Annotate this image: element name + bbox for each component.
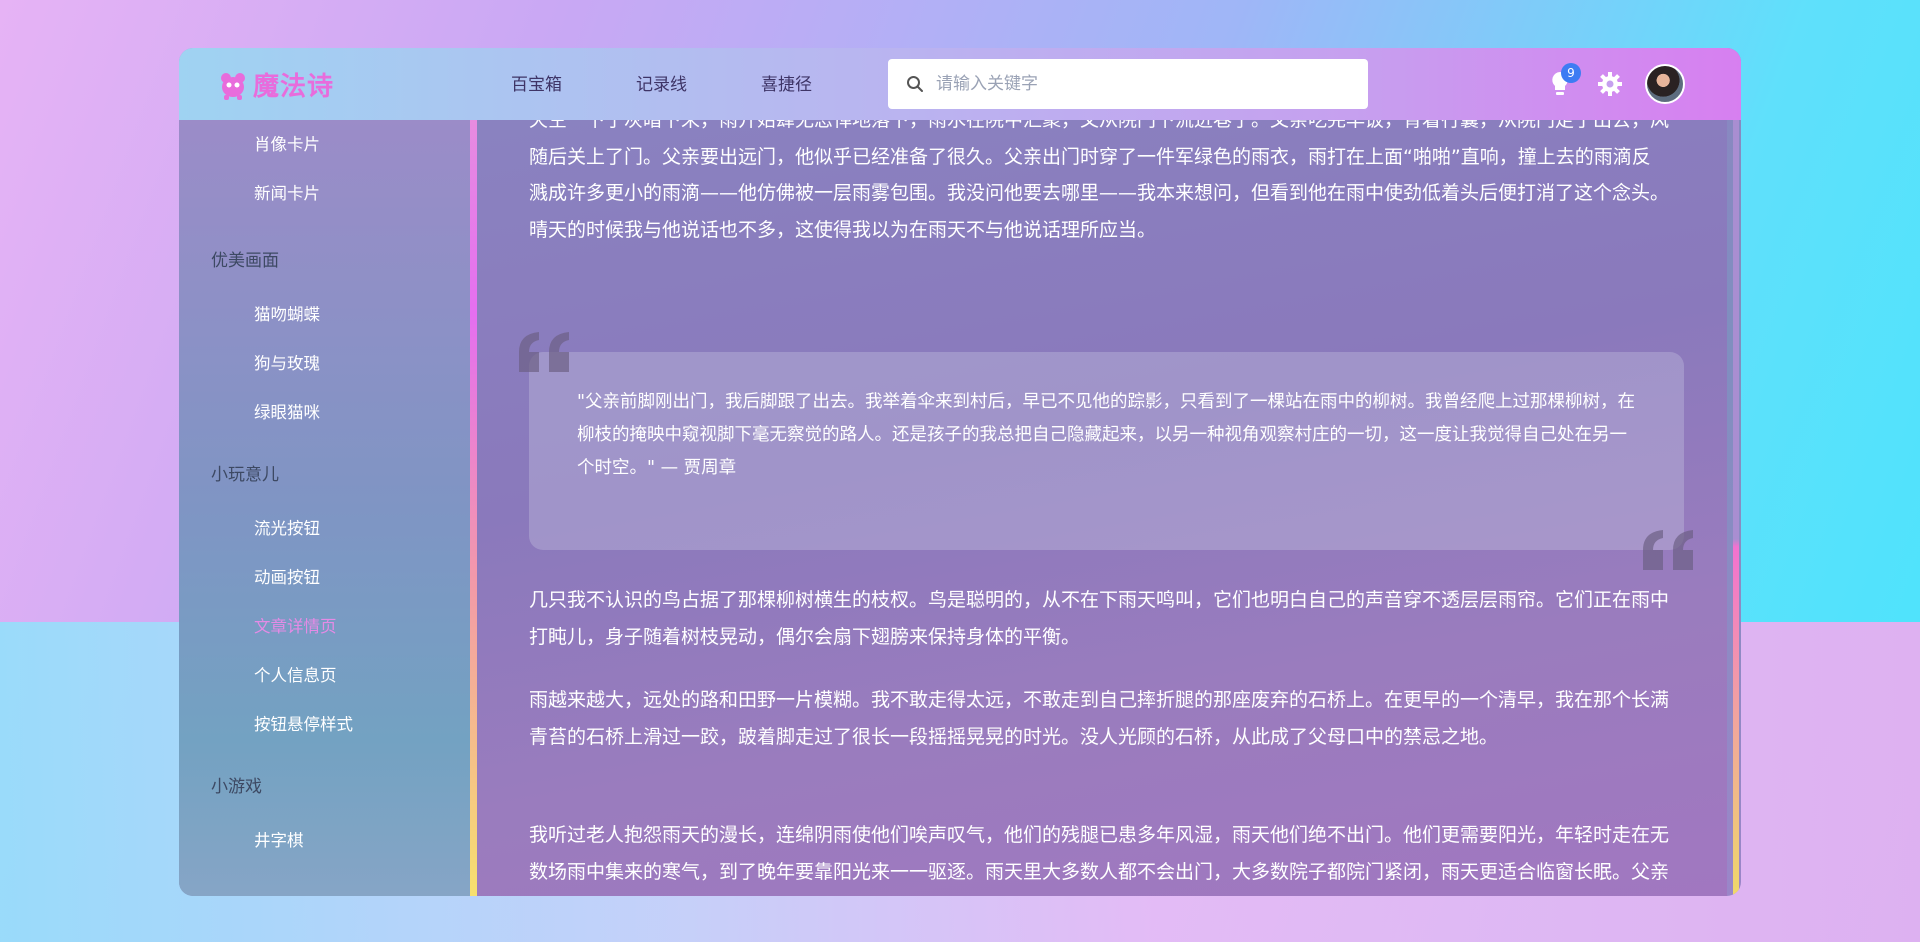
sidebar-item-profile-page[interactable]: 个人信息页 — [254, 662, 337, 686]
sidebar-item-tic-tac-toe[interactable]: 井字棋 — [254, 827, 304, 851]
sidebar: 肖像卡片 新闻卡片 优美画面 猫吻蝴蝶 狗与玫瑰 绿眼猫咪 小玩意儿 流光按钮 … — [179, 120, 470, 896]
article-content: 天空一下子灰暗下来，雨开始肆无忌惮地落下，雨水在院中汇聚，又从院门下流进巷子。父… — [477, 120, 1727, 896]
monster-logo-icon — [221, 72, 245, 100]
top-header: 魔法诗 百宝箱 记录线 喜捷径 9 — [179, 48, 1741, 120]
sidebar-item-dog-rose[interactable]: 狗与玫瑰 — [254, 350, 320, 374]
notification-badge: 9 — [1561, 63, 1581, 83]
top-nav: 百宝箱 记录线 喜捷径 — [511, 70, 812, 95]
sidebar-item-article-detail[interactable]: 文章详情页 — [254, 613, 337, 637]
article-paragraph: 我听过老人抱怨雨天的漫长，连绵阴雨使他们唉声叹气，他们的残腿已患多年风湿，雨天他… — [529, 824, 1670, 883]
nav-link-xijiejing[interactable]: 喜捷径 — [761, 70, 812, 95]
header-actions: 9 — [1547, 63, 1685, 104]
article-paragraph: 雨越来越大，远处的路和田野一片模糊。我不敢走得太远，不敢走到自己摔折腿的那座废弃… — [529, 689, 1670, 748]
sidebar-item-glow-button[interactable]: 流光按钮 — [254, 515, 320, 539]
avatar[interactable] — [1645, 64, 1685, 104]
notification-button[interactable]: 9 — [1547, 63, 1581, 99]
search-icon — [907, 76, 923, 92]
app-window: 魔法诗 百宝箱 记录线 喜捷径 9 — [179, 48, 1741, 896]
article-paragraph: 几只我不认识的鸟占据了那棵柳树横生的枝杈。鸟是聪明的，从不在下雨天鸣叫，它们也明… — [529, 589, 1670, 648]
sidebar-group-gadgets[interactable]: 小玩意儿 — [211, 460, 279, 485]
sidebar-scroll-indicator[interactable] — [470, 120, 477, 896]
sidebar-group-mini-games[interactable]: 小游戏 — [211, 772, 262, 797]
sidebar-item-portrait-card[interactable]: 肖像卡片 — [254, 131, 320, 155]
sidebar-item-animated-button[interactable]: 动画按钮 — [254, 564, 320, 588]
sidebar-item-cat-butterfly[interactable]: 猫吻蝴蝶 — [254, 301, 320, 325]
quote-close-icon — [1643, 530, 1693, 570]
sidebar-item-green-eyed-cat[interactable]: 绿眼猫咪 — [254, 399, 320, 423]
sidebar-item-news-card[interactable]: 新闻卡片 — [254, 180, 320, 204]
content-scrollbar[interactable] — [1733, 120, 1739, 896]
article-paragraph: 天空一下子灰暗下来，雨开始肆无忌惮地落下，雨水在院中汇聚，又从院门下流进巷子。父… — [529, 120, 1670, 241]
logo[interactable]: 魔法诗 — [217, 66, 334, 103]
sidebar-group-beautiful-scenes[interactable]: 优美画面 — [211, 246, 279, 271]
gear-icon[interactable] — [1597, 71, 1623, 97]
sidebar-item-hover-styles[interactable]: 按钮悬停样式 — [254, 711, 353, 735]
logo-text: 魔法诗 — [253, 72, 335, 102]
blockquote-text: "父亲前脚刚出门，我后脚跟了出去。我举着伞来到村后，早已不见他的踪影，只看到了一… — [577, 392, 1636, 478]
quote-open-icon — [519, 332, 569, 372]
search-box — [888, 59, 1368, 109]
nav-link-baibaoxiang[interactable]: 百宝箱 — [511, 70, 562, 95]
nav-link-jiluxian[interactable]: 记录线 — [636, 70, 687, 95]
search-input[interactable] — [936, 74, 1336, 94]
